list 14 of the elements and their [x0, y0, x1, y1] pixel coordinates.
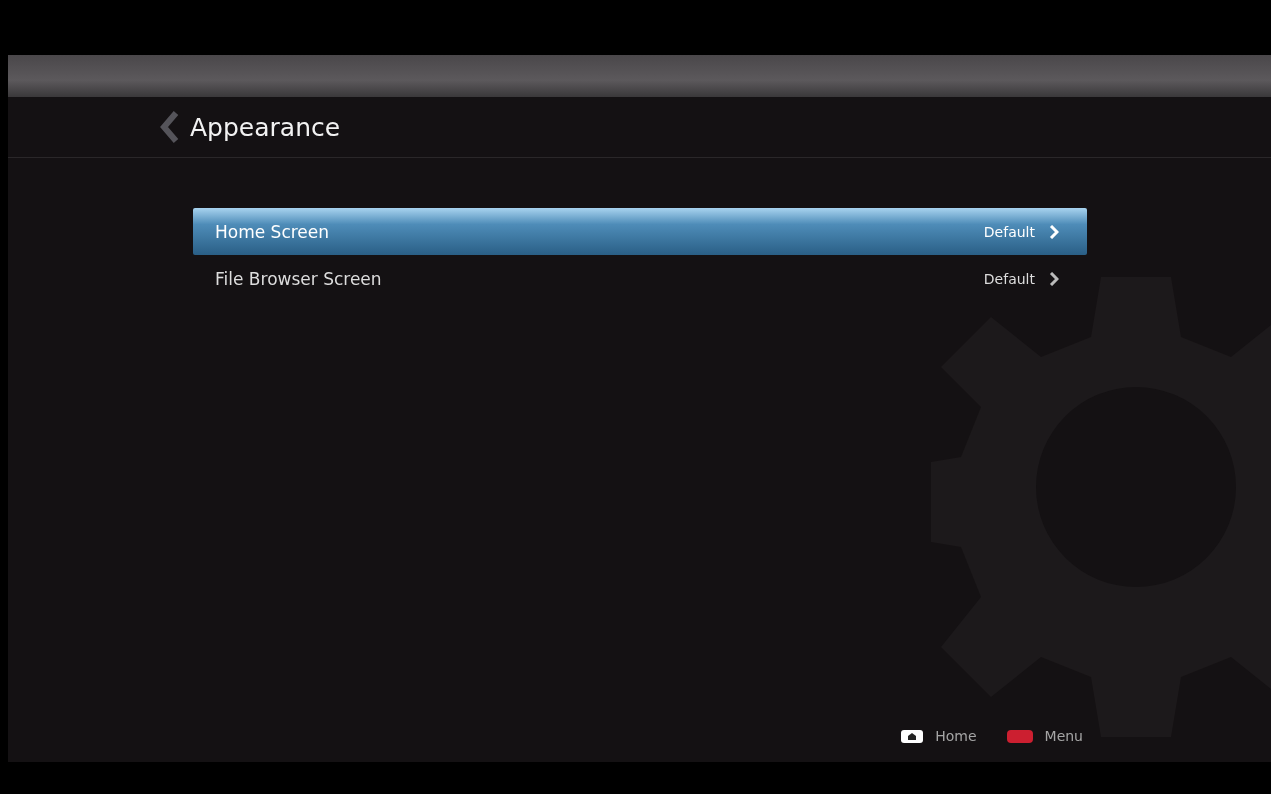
home-key-icon: [901, 729, 924, 743]
item-value: Default: [983, 270, 1035, 287]
item-value: Default: [983, 223, 1035, 240]
hint-label: Menu: [1044, 728, 1083, 744]
item-label: File Browser Screen: [215, 268, 383, 289]
chevron-right-icon: [1049, 224, 1059, 239]
menu-item[interactable]: Home Screen Default: [193, 208, 1087, 255]
back-chevron-icon[interactable]: [160, 111, 180, 143]
item-label: Home Screen: [215, 221, 331, 242]
menu-key-icon: [1006, 729, 1033, 743]
chevron-right-icon: [1049, 271, 1059, 286]
page-title: Appearance: [190, 112, 341, 142]
menu-item[interactable]: File Browser Screen Default: [193, 255, 1087, 302]
hint-label: Home: [935, 728, 977, 744]
